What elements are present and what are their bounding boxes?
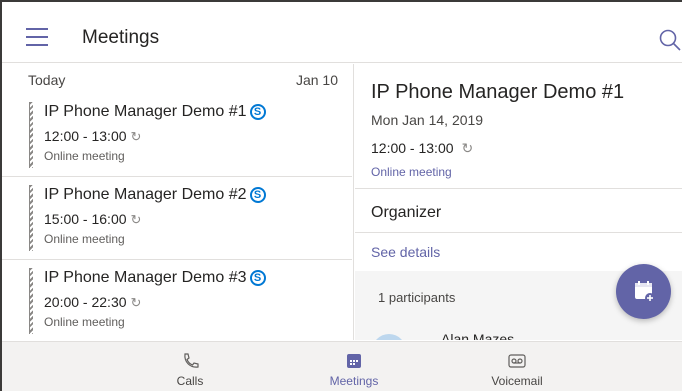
meeting-status-bar [29,185,33,251]
detail-kind: Online meeting [371,165,452,179]
participants-count: 1 participants [378,290,456,305]
tab-label: Calls [176,374,204,388]
bottom-tab-bar: Calls Meetings Voicemail [2,341,682,391]
participant-name[interactable]: Alan Mazes [441,331,514,340]
detail-time: 12:00 - 13:00 [371,140,454,156]
skype-icon: S [249,187,266,203]
new-meeting-button[interactable] [616,264,671,319]
meeting-time: 20:00 - 22:30 [44,294,127,310]
tab-voicemail[interactable]: Voicemail [457,342,577,391]
app-frame: Meetings Today Jan 10 IP Phone Manager D… [0,0,682,391]
calendar-add-icon [635,281,655,303]
meeting-kind: Online meeting [44,315,125,329]
day-label: Today [28,72,66,88]
tab-calls[interactable]: Calls [130,342,250,391]
detail-date: Mon Jan 14, 2019 [371,112,484,128]
meeting-status-bar [29,268,33,334]
divider [355,188,682,189]
hamburger-menu-icon[interactable] [26,28,48,46]
search-icon[interactable] [658,28,682,52]
app-header: Meetings [2,2,682,63]
recurring-icon: ↻ [461,140,474,156]
skype-icon: S [249,270,266,286]
day-date: Jan 10 [295,72,338,88]
meeting-kind: Online meeting [44,232,125,246]
tab-label: Voicemail [491,374,543,388]
meeting-title: IP Phone Manager Demo #1 [44,103,247,120]
list-day-header: Today Jan 10 [2,64,352,94]
tab-meetings[interactable]: Meetings [294,342,414,391]
page-title: Meetings [82,27,160,48]
meeting-time: 12:00 - 13:00 [44,128,127,144]
meeting-kind: Online meeting [44,149,125,163]
meeting-title: IP Phone Manager Demo #2 [44,186,247,203]
detail-title: IP Phone Manager Demo #1 [371,81,625,103]
meeting-title: IP Phone Manager Demo #3 [44,269,247,286]
recurring-icon: ↻ [130,295,142,310]
calendar-icon [347,354,361,368]
recurring-icon: ↻ [130,129,142,144]
meeting-status-bar [29,102,33,168]
meeting-item[interactable]: IP Phone Manager Demo #3 S 20:00 - 22:30 ↻… [2,260,352,340]
skype-icon: S [249,104,266,120]
recurring-icon: ↻ [130,212,142,227]
divider [355,232,682,233]
meeting-item[interactable]: IP Phone Manager Demo #2 S 15:00 - 16:00 ↻… [2,177,352,260]
meeting-time: 15:00 - 16:00 [44,211,127,227]
tab-label: Meetings [329,374,379,388]
voicemail-icon [508,354,526,368]
see-details-link[interactable]: See details [371,244,440,260]
meeting-list: Today Jan 10 IP Phone Manager Demo #1 S 1… [2,64,354,340]
meeting-item[interactable]: IP Phone Manager Demo #1 S 12:00 - 13:00 ↻… [2,94,352,177]
organizer-label: Organizer [371,204,442,221]
phone-icon [184,353,199,368]
